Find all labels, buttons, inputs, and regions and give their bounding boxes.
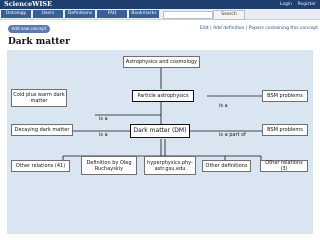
search-input[interactable]: [163, 11, 213, 19]
node-decaying-dark-matter[interactable]: Decaying dark matter: [11, 124, 73, 136]
tab-ontology[interactable]: Ontology: [1, 10, 31, 18]
tab-faq[interactable]: FAQ: [97, 10, 127, 18]
node-astrophysics-cosmology[interactable]: Astrophysics and cosmology: [123, 56, 200, 68]
edge-label-is-a: is a: [219, 103, 228, 109]
node-definition-oleg[interactable]: Definition by Oleg Ruchayskiy: [81, 156, 137, 175]
edge-label-is-a: is a: [99, 132, 108, 138]
account-links: Login Register: [276, 0, 316, 9]
edge-label-is-a-part-of: is a part of: [219, 132, 246, 138]
register-link[interactable]: Register: [297, 2, 316, 7]
node-hyperphysics[interactable]: hyperphysics.phy-astr.gsu.edu: [144, 156, 196, 175]
papers-link[interactable]: Papers containing this concept: [249, 26, 318, 31]
login-link[interactable]: Login: [280, 2, 292, 7]
node-other-relations-3[interactable]: Other relations (3): [260, 160, 308, 172]
tab-bookmarks[interactable]: Bookmarks: [129, 10, 159, 18]
brand-logo[interactable]: ScienceWISE: [4, 0, 52, 9]
node-other-definitions[interactable]: Other definitions: [202, 160, 251, 172]
add-concept-button[interactable]: Add new concept: [8, 25, 50, 33]
tab-users[interactable]: Users: [33, 10, 63, 18]
concept-graph-panel: Astrophysics and cosmology Particle astr…: [7, 50, 313, 234]
node-cold-warm-dark-matter[interactable]: Cold plus warm dark matter: [11, 89, 67, 107]
node-bsm-problems-2[interactable]: BSM problems: [262, 124, 308, 136]
node-dark-matter[interactable]: Dark matter (DM): [130, 124, 190, 138]
node-particle-astrophysics[interactable]: Particle astrophysics: [132, 90, 194, 102]
node-other-relations-41[interactable]: Other relations (41): [11, 160, 70, 172]
node-bsm-problems-1[interactable]: BSM problems: [262, 90, 308, 102]
edge-label-is-a: is a: [99, 116, 108, 122]
edit-link[interactable]: Edit: [200, 26, 209, 31]
add-definition-link[interactable]: Add definition: [213, 26, 244, 31]
graph-edges: [62, 68, 262, 160]
search-button[interactable]: Search: [213, 10, 245, 20]
concept-actions: Edit | Add definition | Papers containin…: [199, 26, 318, 31]
page-title: Dark matter: [8, 37, 70, 47]
top-bar: ScienceWISE Login Register: [0, 0, 320, 9]
tab-definitions[interactable]: Definitions: [65, 10, 95, 18]
